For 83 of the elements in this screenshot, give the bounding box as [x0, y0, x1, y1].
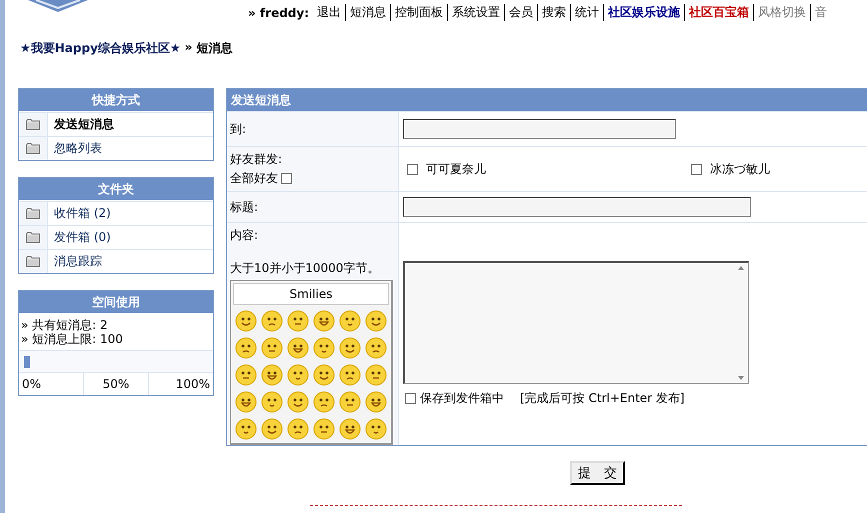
smiley-icon[interactable]: [365, 391, 387, 413]
smiley-icon[interactable]: [235, 418, 257, 440]
panel-header: 快捷方式: [19, 89, 213, 112]
nav-link[interactable]: 音: [810, 4, 832, 21]
subject-field[interactable]: [403, 197, 751, 217]
smiley-icon[interactable]: [235, 337, 257, 359]
friend-name: 可可夏奈儿: [426, 160, 486, 178]
breadcrumb-current: 短消息: [196, 40, 232, 57]
sidebar-link[interactable]: 收件箱 (2): [48, 202, 111, 225]
smiley-icon[interactable]: [261, 310, 283, 332]
nav-link[interactable]: 社区娱乐设施: [603, 4, 684, 21]
smiley-icon[interactable]: [365, 418, 387, 440]
checkbox[interactable]: [405, 393, 416, 404]
smiley-icon[interactable]: [287, 418, 309, 440]
smiley-icon[interactable]: [313, 418, 335, 440]
nav-link[interactable]: 社区百宝箱: [684, 4, 754, 21]
smiley-icon[interactable]: [313, 364, 335, 386]
panel-header: 发送短消息: [227, 89, 867, 111]
field-label: 到:: [230, 120, 248, 138]
nav-link[interactable]: 会员: [504, 4, 538, 21]
field-label: 标题:: [230, 198, 260, 216]
folder-icon: [26, 208, 40, 219]
checkbox[interactable]: [407, 164, 418, 174]
checkbox-label: 全部好友: [230, 170, 278, 187]
scale-label: 50%: [83, 373, 149, 395]
folder-icon: [26, 232, 40, 243]
smiley-icon[interactable]: [287, 337, 309, 359]
nav-link[interactable]: 退出: [313, 4, 346, 21]
folder-icon: [26, 119, 40, 130]
smiley-icon[interactable]: [261, 391, 283, 413]
checkbox[interactable]: [281, 173, 292, 184]
nav-link[interactable]: 短消息: [345, 4, 390, 21]
smiley-icon[interactable]: [261, 337, 283, 359]
smilies-title: Smilies: [233, 283, 389, 305]
checkbox[interactable]: [691, 164, 702, 174]
shortcut-hint: [完成后可按 Ctrl+Enter 发布]: [520, 390, 685, 407]
smiley-icon[interactable]: [313, 337, 335, 359]
nav-link[interactable]: 控制面板: [390, 4, 448, 21]
smiley-icon[interactable]: [339, 337, 361, 359]
nav-link[interactable]: 统计: [570, 4, 604, 21]
smiley-icon[interactable]: [365, 364, 387, 386]
smiley-icon[interactable]: [365, 310, 387, 332]
smiley-icon[interactable]: [339, 391, 361, 413]
checkbox-label: 保存到发件箱中: [420, 390, 504, 407]
scale-label: 100%: [174, 376, 211, 393]
smiley-icon[interactable]: [365, 337, 387, 359]
smiley-icon[interactable]: [339, 310, 361, 332]
panel-header: 文件夹: [19, 178, 213, 201]
smiley-icon[interactable]: [287, 391, 309, 413]
smiley-icon[interactable]: [235, 364, 257, 386]
nav-link[interactable]: 搜索: [537, 4, 570, 21]
usage-text: » 短消息上限: 100: [21, 332, 124, 346]
breadcrumb-separator: »: [184, 40, 192, 54]
smiley-icon[interactable]: [261, 418, 283, 440]
smiley-icon[interactable]: [313, 391, 335, 413]
smiley-icon[interactable]: [235, 391, 257, 413]
smiley-icon[interactable]: [287, 364, 309, 386]
sidebar-link[interactable]: 忽略列表: [48, 137, 102, 160]
nav-link[interactable]: 系统设置: [447, 4, 504, 21]
usage-text: » 共有短消息: 2: [21, 318, 109, 332]
sidebar-link[interactable]: 发件箱 (0): [48, 226, 111, 249]
smiley-icon[interactable]: [235, 310, 257, 332]
field-label: 内容:: [230, 227, 260, 244]
smiley-icon[interactable]: [313, 310, 335, 332]
sidebar-link[interactable]: 消息跟踪: [48, 250, 102, 273]
friend-name: 冰冻づ敏儿: [710, 160, 770, 178]
smiley-icon[interactable]: [339, 364, 361, 386]
breadcrumb-link[interactable]: ★我要Happy综合娱乐社区★: [20, 40, 181, 57]
length-hint: 大于10并小于10000字节。: [230, 260, 380, 277]
folder-icon: [26, 256, 40, 267]
sidebar-link[interactable]: 发送短消息: [48, 113, 114, 136]
smiley-icon[interactable]: [287, 310, 309, 332]
nav-link[interactable]: 风格切换: [753, 4, 810, 21]
smiley-icon[interactable]: [261, 364, 283, 386]
recipient-field[interactable]: [403, 119, 676, 139]
message-textarea[interactable]: [403, 261, 749, 384]
scale-label: 0%: [21, 376, 42, 393]
folder-icon: [26, 143, 40, 154]
username: » freddy:: [248, 6, 310, 20]
panel-header: 空间使用: [19, 291, 213, 314]
submit-button[interactable]: 提 交: [570, 461, 625, 485]
field-label: 好友群发:: [230, 151, 284, 168]
smiley-icon[interactable]: [339, 418, 361, 440]
